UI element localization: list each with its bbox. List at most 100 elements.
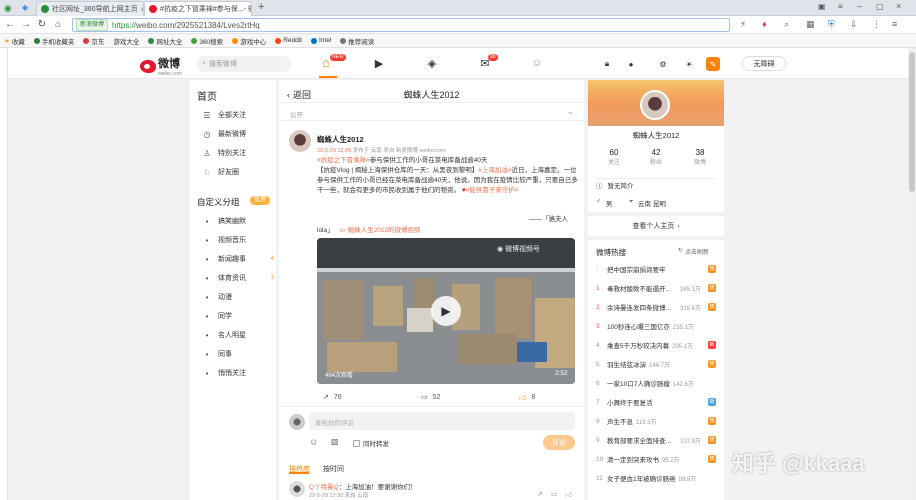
hot-search-item[interactable]: 2 余诗曼连发四条微博回应 319.6万热 bbox=[596, 302, 716, 312]
post-topic-link[interactable]: #抗疫之下冒乘禅# bbox=[317, 157, 370, 164]
hot-search-item[interactable]: 10 清一定到突来攻书 95.2万 热 bbox=[596, 454, 716, 464]
sidebar-group-item[interactable]: • 搞笑幽默 bbox=[202, 216, 274, 226]
bookmark-games[interactable]: 游戏大全 bbox=[113, 36, 139, 46]
manage-groups-button[interactable]: 管理 bbox=[250, 196, 271, 205]
comment-repost-icon[interactable]: ⇗ bbox=[537, 490, 543, 498]
hot-search-item[interactable]: 7 小舞终于要复活 新 bbox=[596, 397, 716, 407]
lock-icon[interactable]: 🔒︎ bbox=[600, 57, 614, 71]
tab-360-home[interactable]: 社区网址_360导航上网主页 × bbox=[36, 1, 144, 16]
post-tag-link[interactable]: #能供靠子来守护# bbox=[466, 187, 519, 194]
comment-reply-icon[interactable]: ▭ bbox=[551, 490, 558, 498]
chevron-down-icon[interactable]: ⌄ bbox=[567, 107, 574, 116]
hot-nav-icon[interactable]: ◈ bbox=[425, 57, 439, 70]
post-time[interactable]: 22-5-29 12:20 bbox=[317, 148, 351, 154]
sidebar-home-title[interactable]: 首页 bbox=[197, 88, 217, 103]
bookmark-recommended[interactable]: 推荐阅读 bbox=[340, 36, 374, 46]
comment-input[interactable]: 发布你的评论 bbox=[309, 412, 575, 430]
author-avatar[interactable] bbox=[289, 130, 311, 152]
shield-icon[interactable]: ⛨ bbox=[828, 19, 835, 30]
bookmark-jd[interactable]: 京东 bbox=[83, 36, 104, 46]
bell-icon[interactable]: ● bbox=[624, 57, 638, 71]
shopping-icon[interactable]: ♦ bbox=[762, 19, 767, 29]
apps-icon[interactable]: ⋮ bbox=[872, 19, 881, 30]
sidebar-group-item[interactable]: • 体育资讯 1 bbox=[202, 273, 274, 283]
weibo-logo[interactable]: 微博 weibo.com bbox=[140, 55, 182, 77]
refresh-icon[interactable]: ↻ bbox=[36, 19, 48, 31]
bookmark-360search[interactable]: 360搜索 bbox=[191, 36, 223, 46]
browser-menu-icon[interactable]: ◆ bbox=[22, 3, 28, 12]
window-close-button[interactable]: × bbox=[896, 1, 901, 11]
tab-weibo[interactable]: #抗疫之下冒乘禅#参与保...- 微博 × bbox=[144, 1, 252, 16]
minimize-button[interactable]: – bbox=[857, 1, 862, 11]
sidebar-item-special[interactable]: ♙ 特别关注 bbox=[202, 148, 274, 158]
hot-search-item[interactable]: 4 乘查5千万秒较决内幕 205.1万 新 bbox=[596, 340, 716, 350]
bookmark-mobile[interactable]: 手机收藏夹 bbox=[33, 36, 74, 46]
hot-search-item[interactable]: 3 100秒连心曝三国亿亦 235.1万 bbox=[596, 321, 716, 332]
sidebar-item-latest[interactable]: ◷ 最新微博 bbox=[202, 129, 274, 139]
skin-icon[interactable]: ▣ bbox=[818, 2, 826, 11]
refresh-button[interactable]: ↻ 点击刷新 bbox=[678, 247, 709, 256]
hot-search-item[interactable]: ↑ 把中国宗崩捐谛要牢 热 bbox=[596, 264, 716, 274]
hot-search-item[interactable]: 9 教育部要求全面排查金… 107.9万热 bbox=[596, 435, 716, 445]
profile-nav-icon[interactable]: ☺ bbox=[530, 57, 544, 69]
back-arrow-icon[interactable]: ← bbox=[4, 19, 16, 31]
menu-icon[interactable]: ≡ bbox=[838, 2, 843, 11]
bookmark-intel[interactable]: Intel bbox=[310, 37, 331, 44]
video-nav-icon[interactable]: ▶ bbox=[372, 57, 386, 70]
sidebar-group-item[interactable]: • 悄悄关注 bbox=[202, 368, 274, 378]
bookmark-favorites[interactable]: ★ 收藏 bbox=[4, 36, 25, 46]
lightning-icon[interactable]: ⚡ bbox=[740, 19, 746, 30]
sidebar-group-item[interactable]: • 视频音乐 bbox=[202, 235, 274, 245]
emoji-icon[interactable]: ☺ bbox=[309, 437, 318, 447]
url-input[interactable]: 新浪微博 https://weibo.com/2925521384/Lves2r… bbox=[72, 18, 730, 32]
tab-by-time[interactable]: 按时间 bbox=[323, 464, 344, 474]
back-button[interactable]: ‹ 返回 bbox=[287, 88, 311, 101]
sidebar-group-item[interactable]: • 新闻趣事 4 bbox=[202, 254, 274, 264]
profile-name[interactable]: 蜘蛛人生2012 bbox=[588, 130, 724, 141]
more-menu-icon[interactable]: ≡ bbox=[892, 19, 897, 29]
compose-icon[interactable]: ✎ bbox=[706, 57, 720, 71]
comment-like-icon[interactable]: 👍︎ bbox=[565, 490, 572, 499]
sidebar-item-all-follow[interactable]: ☰ 全部关注 bbox=[202, 110, 274, 120]
sidebar-group-item[interactable]: • 同事 bbox=[202, 349, 274, 359]
hot-search-item[interactable]: 8 声生不息 116.3万 热 bbox=[596, 416, 716, 426]
sidebar-group-item[interactable]: • 动漫 bbox=[202, 292, 274, 302]
commenter-name[interactable]: Q丫特曼Q bbox=[309, 484, 339, 491]
profile-follow-stat[interactable]: 60 关注 bbox=[600, 148, 628, 166]
sidebar-group-item[interactable]: • 名人明星 bbox=[202, 330, 274, 340]
video-link[interactable]: ▭ 蜘蛛人生2012的微博视频 bbox=[340, 224, 421, 234]
maximize-button[interactable]: ▢ bbox=[876, 2, 884, 11]
forward-arrow-icon[interactable]: → bbox=[20, 19, 32, 31]
like-button[interactable]: 👍︎ 8 bbox=[519, 393, 535, 402]
also-repost-checkbox[interactable]: 同时转发 bbox=[353, 438, 389, 448]
bookmark-reddit[interactable]: Reddit bbox=[275, 37, 302, 44]
video-player[interactable]: ◉ 微博视频号 ▶ 484次观看 2:52 bbox=[317, 238, 575, 384]
profile-fans-stat[interactable]: 42 粉丝 bbox=[642, 148, 670, 166]
play-icon[interactable]: ▶ bbox=[431, 296, 461, 326]
bookmark-sites[interactable]: 网址大全 bbox=[148, 36, 182, 46]
hot-search-item[interactable]: 11 女子便血1年被确诊肠癌 89.9万 bbox=[596, 473, 716, 484]
author-name[interactable]: 蜘蛛人生2012 bbox=[317, 134, 364, 145]
hot-search-item[interactable]: 1 毒救材酸致不能遏开道… 345.1万热 bbox=[596, 283, 716, 293]
profile-posts-stat[interactable]: 38 微博 bbox=[686, 148, 714, 166]
gear-icon[interactable]: ⚙ bbox=[656, 57, 670, 71]
sidebar-group-item[interactable]: • 同学 bbox=[202, 311, 274, 321]
search-input[interactable]: ⌕ 搜索微博 bbox=[196, 56, 291, 72]
sun-icon[interactable]: ☀ bbox=[682, 57, 696, 71]
comment-button[interactable]: ▭ 52 bbox=[421, 393, 440, 402]
post-tag-link[interactable]: #上海加油# bbox=[478, 167, 511, 174]
profile-avatar[interactable] bbox=[640, 90, 670, 120]
submit-comment-button[interactable]: 评论 bbox=[543, 435, 575, 450]
accessibility-button[interactable]: 无障碍 bbox=[742, 56, 786, 71]
view-profile-button[interactable]: 查看个人主页 › bbox=[588, 216, 724, 236]
image-icon[interactable]: ▧ bbox=[331, 437, 339, 446]
grid-icon[interactable]: ▦ bbox=[806, 19, 815, 30]
bookmark-game-center[interactable]: 游戏中心 bbox=[232, 36, 266, 46]
home-icon[interactable]: ⌂ bbox=[52, 19, 64, 31]
search-icon[interactable]: ⌕ bbox=[784, 19, 789, 30]
sidebar-item-friends[interactable]: ♘ 好友圈 bbox=[202, 167, 274, 177]
scrollbar-thumb[interactable] bbox=[909, 52, 915, 192]
download-icon[interactable]: ⇩ bbox=[850, 19, 858, 30]
new-tab-button[interactable]: + bbox=[258, 1, 264, 13]
hot-search-item[interactable]: 6 一家10口7人确诊肠瘤 142.6万 bbox=[596, 378, 716, 389]
